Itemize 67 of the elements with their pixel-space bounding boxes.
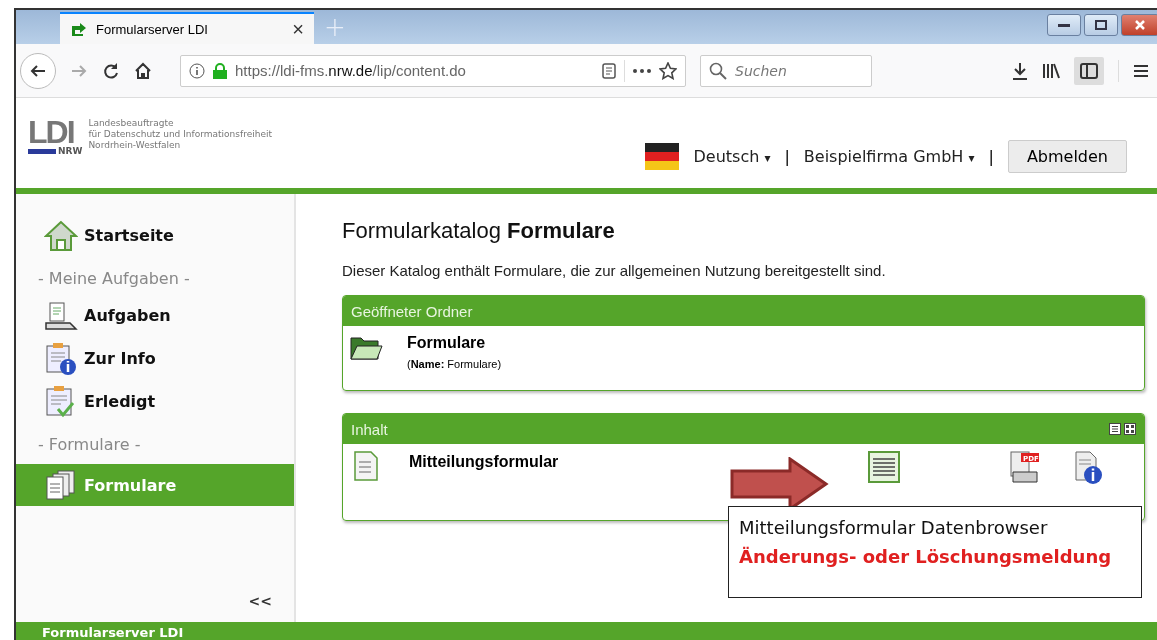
sidebar-toggle-button[interactable]	[1074, 56, 1104, 85]
search-field[interactable]: Suchen	[700, 54, 872, 87]
german-flag-icon	[645, 142, 680, 170]
document-icon	[353, 450, 379, 482]
sidebar-item[interactable]: Aufgaben	[16, 294, 294, 337]
folder-detail: (Name: Formulare)	[407, 358, 502, 370]
table-document-icon[interactable]	[867, 450, 901, 484]
url-text: https://ldi-fms.nrw.de/lip/content.do	[235, 62, 466, 79]
back-button[interactable]	[20, 52, 56, 89]
footer-text: Formularserver LDI	[42, 624, 184, 640]
logo-bar	[28, 148, 56, 154]
home-icon[interactable]	[134, 61, 152, 80]
catalog-description: Dieser Katalog enthält Formulare, die zur allgemeinen Nutzung bereitgestellt sind.	[342, 262, 887, 279]
separator: |	[988, 146, 994, 166]
grid-view-icon[interactable]	[1124, 423, 1136, 435]
sidebar-icon	[1080, 62, 1098, 79]
tab-title: Formularserver LDI	[96, 21, 209, 37]
sidebar-heading: - Formulare -	[37, 434, 142, 456]
reload-icon[interactable]	[102, 61, 120, 80]
collapse-sidebar-button[interactable]: <<	[242, 592, 278, 610]
panel-title: Geöffneter Ordner	[351, 302, 473, 320]
house-icon	[44, 219, 78, 252]
bookmark-star-icon[interactable]	[659, 61, 677, 80]
search-icon	[709, 61, 727, 80]
address-bar[interactable]: https://ldi-fms.nrw.de/lip/content.do	[180, 54, 686, 87]
sidebar-heading: - Meine Aufgaben -	[37, 268, 191, 290]
logo-subtitle: Nordrhein-Westfalen	[88, 140, 182, 151]
more-icon[interactable]	[633, 68, 651, 73]
logout-button[interactable]: Abmelden	[1007, 139, 1127, 173]
clipboard-info-icon	[44, 341, 78, 376]
folder-icon	[349, 334, 383, 362]
annotation-highlight: Änderungs- oder Löschungsmeldung	[739, 546, 1113, 567]
document-tray-icon	[44, 300, 78, 331]
sidebar-item[interactable]: Zur Info	[16, 337, 294, 380]
form-name[interactable]: Mitteilungsformular	[409, 453, 837, 471]
info-icon	[189, 62, 205, 79]
library-icon[interactable]	[1042, 62, 1060, 79]
tab-favicon-icon	[70, 21, 88, 37]
folder-name: Formulare	[407, 334, 487, 352]
tab-close-button[interactable]: ×	[292, 17, 304, 41]
logo-region: NRW	[58, 146, 83, 156]
sidebar-item[interactable]: Startseite	[16, 214, 294, 257]
download-icon[interactable]	[1012, 61, 1028, 80]
close-icon	[1134, 20, 1146, 30]
browser-tab[interactable]: Formularserver LDI ×	[60, 12, 314, 44]
menu-icon[interactable]	[1133, 63, 1149, 78]
back-arrow-icon	[29, 62, 47, 79]
documents-icon	[44, 469, 78, 501]
document-info-icon[interactable]	[1073, 450, 1105, 486]
lock-icon	[213, 62, 227, 79]
minimize-button[interactable]	[1047, 14, 1081, 36]
separator: |	[784, 146, 790, 166]
company-dropdown[interactable]: Beispielfirma GmbH ▾	[803, 146, 975, 166]
logo-subtitle: Landesbeauftragte	[88, 118, 175, 129]
minimize-icon	[1058, 22, 1070, 28]
logo-subtitle: für Datenschutz und Informationsfreiheit	[88, 129, 272, 140]
logo-text: LDI	[28, 118, 74, 146]
close-button[interactable]	[1121, 14, 1157, 36]
maximize-button[interactable]	[1084, 14, 1118, 36]
list-view-icon[interactable]	[1109, 423, 1121, 435]
page-title: Formularkatalog Formulare	[342, 218, 616, 244]
annotation-text: Mitteilungsformular Datenbrowser	[739, 517, 1049, 538]
maximize-icon	[1095, 20, 1107, 30]
panel-title: Inhalt	[351, 420, 388, 438]
language-dropdown[interactable]: Deutsch ▾	[693, 146, 771, 166]
reader-view-icon[interactable]	[602, 62, 616, 79]
sidebar-item[interactable]: Erledigt	[16, 380, 294, 423]
